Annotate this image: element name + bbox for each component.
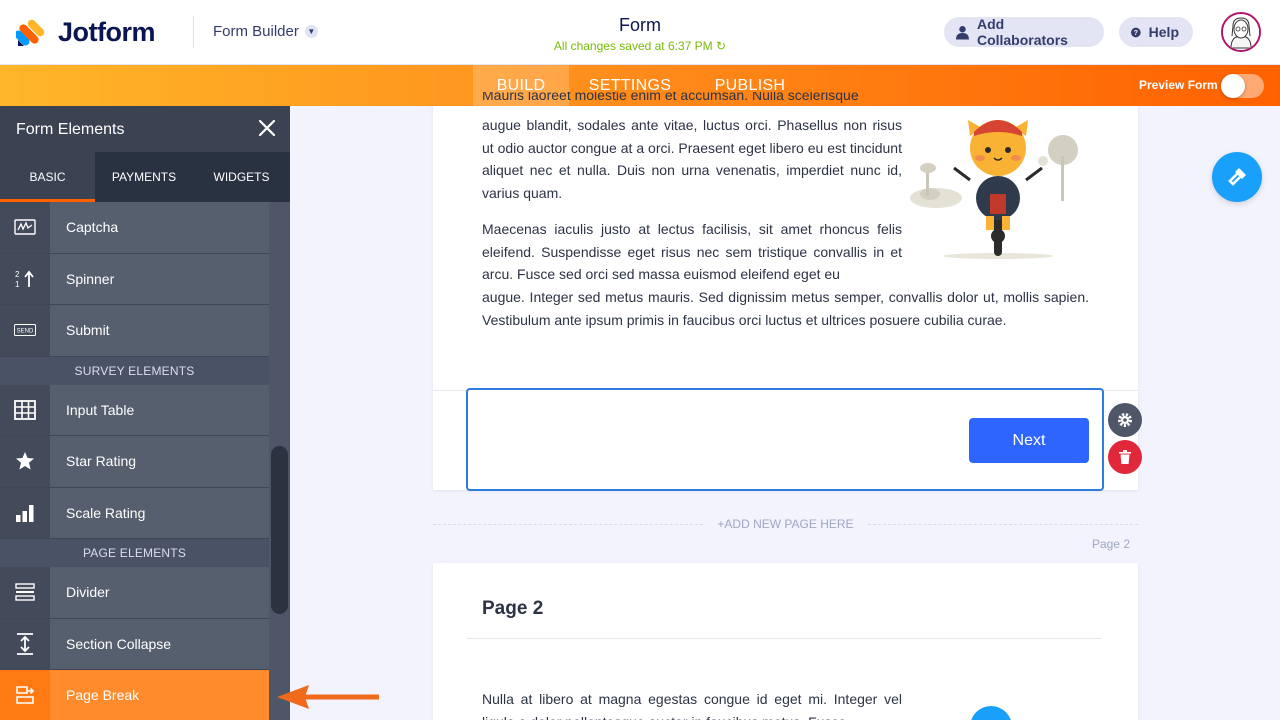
paragraph-partial: Mauris laoreet molestie enim et accumsan… xyxy=(482,92,902,106)
refresh-icon: ↻ xyxy=(716,39,727,53)
header-divider xyxy=(193,16,194,48)
element-input-table[interactable]: Input Table xyxy=(0,384,269,436)
brand-name: Jotform xyxy=(58,17,156,47)
element-label: Scale Rating xyxy=(66,504,146,521)
page-number-label: Page 2 xyxy=(1091,537,1130,551)
field-settings-button[interactable] xyxy=(1108,403,1142,437)
panel-header: Form Elements xyxy=(0,106,290,152)
element-label: Section Collapse xyxy=(66,635,172,652)
builder-label: Form Builder xyxy=(213,23,299,40)
element-scale-rating[interactable]: Scale Rating xyxy=(0,487,269,539)
paragraph-2-narrow: Maecenas iaculis justo at lectus facilis… xyxy=(482,221,902,282)
panel-tabs: BASIC PAYMENTS WIDGETS xyxy=(0,152,290,202)
form-page-2: Page 2 Nulla at libero at magna egestas … xyxy=(433,563,1138,720)
page-2-paragraph: Nulla at libero at magna egestas congue … xyxy=(482,691,902,720)
element-label: Page Break xyxy=(66,687,140,704)
add-new-page-label: +ADD NEW PAGE HERE xyxy=(717,517,854,531)
collab-label: Add Collaborators xyxy=(976,16,1068,48)
user-avatar[interactable] xyxy=(1221,12,1261,52)
svg-text:1: 1 xyxy=(15,280,20,289)
element-label: Divider xyxy=(66,584,110,601)
element-submit[interactable]: SEND Submit xyxy=(0,305,269,357)
element-spinner[interactable]: 21 Spinner xyxy=(0,253,269,305)
jotform-logo-icon xyxy=(14,18,46,48)
scrollbar-thumb[interactable] xyxy=(271,446,288,614)
form-builder-dropdown[interactable]: Form Builder ▼ xyxy=(213,23,318,40)
top-header: Jotform Form Builder ▼ Form All changes … xyxy=(0,0,1280,65)
paragraph-2-wide: augue. Integer sed metus mauris. Sed dig… xyxy=(482,289,1089,328)
table-icon xyxy=(0,384,50,435)
save-status-text: All changes saved at 6:37 PM xyxy=(553,39,713,53)
survey-elements-heading: SURVEY ELEMENTS xyxy=(0,356,269,385)
help-label: Help xyxy=(1148,24,1179,40)
element-label: Input Table xyxy=(66,401,135,418)
help-button[interactable]: ? Help xyxy=(1119,17,1193,47)
annotation-arrow xyxy=(277,685,379,709)
element-page-break[interactable]: Page Break xyxy=(0,670,269,720)
page-break-icon xyxy=(0,670,50,720)
page-elements-heading: PAGE ELEMENTS xyxy=(0,539,269,567)
tab-payments[interactable]: PAYMENTS xyxy=(95,152,193,202)
add-collaborators-button[interactable]: Add Collaborators xyxy=(944,16,1104,48)
user-icon xyxy=(956,25,969,39)
bar-chart-icon xyxy=(0,487,50,538)
element-captcha[interactable]: Captcha xyxy=(0,202,269,254)
help-icon: ? xyxy=(1131,27,1141,37)
toggle-knob xyxy=(1221,74,1245,98)
preview-form-label: Preview Form xyxy=(1139,78,1218,92)
spinner-icon: 21 xyxy=(0,253,50,304)
collapse-icon xyxy=(0,618,50,669)
delete-field-button[interactable] xyxy=(1108,440,1142,474)
trash-icon xyxy=(1119,450,1131,464)
divider-icon xyxy=(0,567,50,618)
svg-text:2: 2 xyxy=(15,270,20,279)
save-status: All changes saved at 6:37 PM ↻ xyxy=(500,39,780,53)
tab-basic[interactable]: BASIC xyxy=(0,152,95,202)
form-title[interactable]: Form xyxy=(540,15,740,36)
jotform-logo[interactable]: Jotform xyxy=(14,17,156,48)
element-label: Captcha xyxy=(66,219,119,236)
chevron-down-icon: ▼ xyxy=(304,25,318,38)
element-divider[interactable]: Divider xyxy=(0,567,269,619)
paragraph-1: augue blandit, sodales ante vitae, luctu… xyxy=(482,117,902,201)
captcha-icon xyxy=(0,202,50,253)
form-designer-button[interactable] xyxy=(1212,152,1262,202)
element-star-rating[interactable]: Star Rating xyxy=(0,436,269,488)
paint-roller-icon xyxy=(1228,168,1246,186)
preview-form-toggle[interactable] xyxy=(1221,74,1264,98)
svg-text:?: ? xyxy=(1134,29,1138,37)
element-label: Spinner xyxy=(66,270,115,287)
element-label: Submit xyxy=(66,322,110,339)
tab-widgets[interactable]: WIDGETS xyxy=(193,152,290,202)
cat-cyclist-illustration xyxy=(910,120,1078,259)
svg-text:SEND: SEND xyxy=(17,329,34,335)
panel-title: Form Elements xyxy=(16,121,125,138)
page-2-heading[interactable]: Page 2 xyxy=(482,598,543,620)
paragraph-partial-text: Mauris laoreet molestie enim et accumsan… xyxy=(482,92,859,103)
element-list: Captcha 21 Spinner SEND Submit SURVEY EL… xyxy=(0,202,269,720)
add-new-page[interactable]: +ADD NEW PAGE HERE xyxy=(433,515,1138,533)
gear-icon xyxy=(1118,413,1132,427)
star-icon xyxy=(0,436,50,487)
drag-handle-icon[interactable] xyxy=(1090,430,1098,450)
submit-icon: SEND xyxy=(0,305,50,356)
close-icon[interactable] xyxy=(257,118,277,138)
form-elements-panel: Form Elements BASIC PAYMENTS WIDGETS Cap… xyxy=(0,106,290,720)
element-section-collapse[interactable]: Section Collapse xyxy=(0,618,269,670)
element-label: Star Rating xyxy=(66,453,137,470)
next-button[interactable]: Next xyxy=(969,418,1089,463)
heading-divider xyxy=(467,638,1102,639)
